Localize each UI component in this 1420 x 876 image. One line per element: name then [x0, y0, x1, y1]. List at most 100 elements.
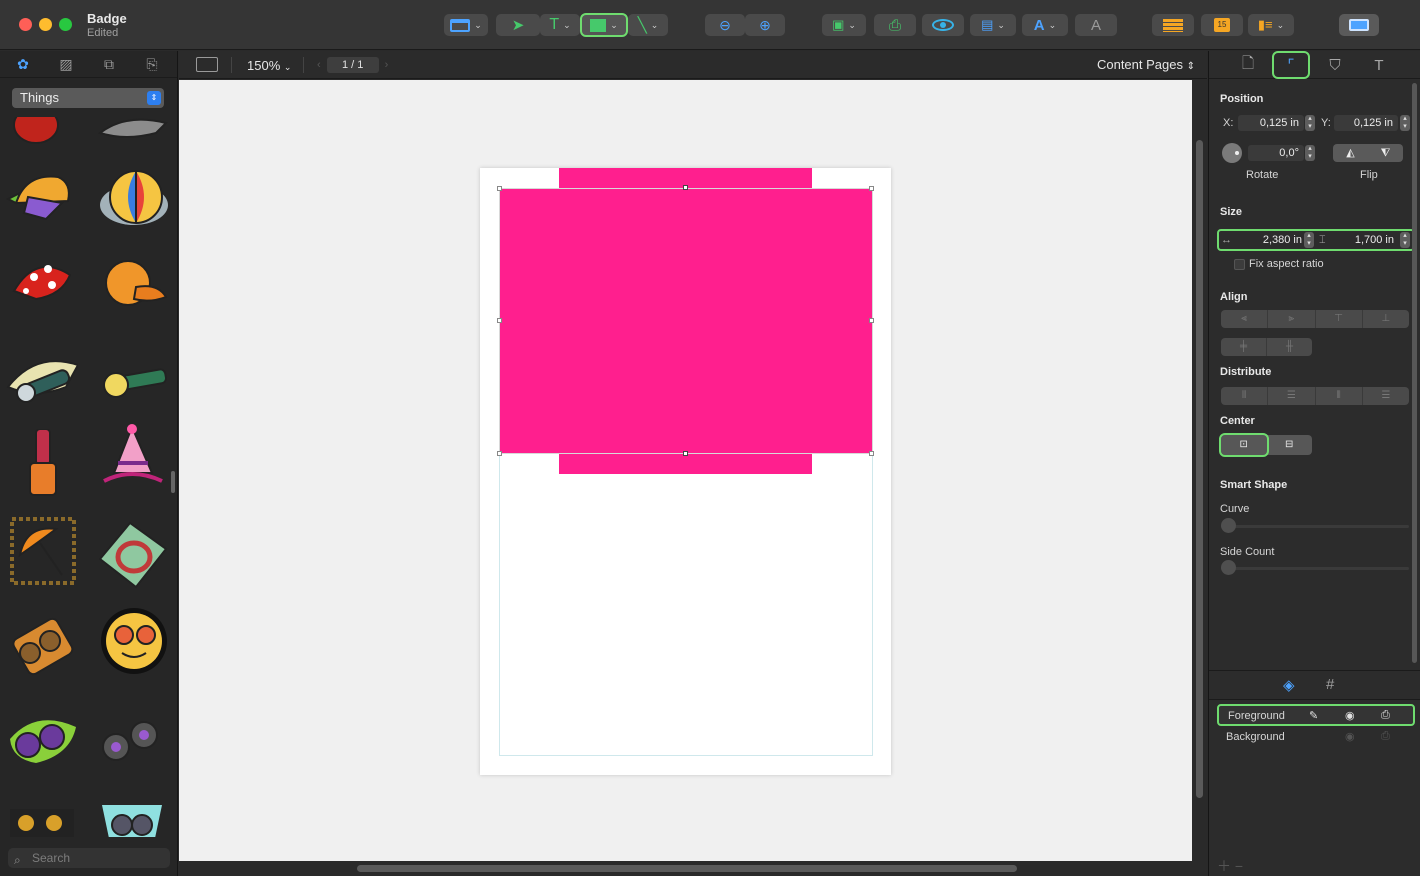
- curve-slider-track[interactable]: [1221, 525, 1409, 528]
- preview-button[interactable]: [922, 14, 964, 36]
- align-center-vertical-icon[interactable]: ╪: [1221, 338, 1267, 356]
- align-left-icon[interactable]: ⫷: [1221, 310, 1269, 328]
- layer-row-foreground[interactable]: Foreground ✎ ◉ ⎙: [1217, 704, 1415, 726]
- printer-icon[interactable]: ⎙: [1381, 709, 1390, 722]
- inspector-scrollbar[interactable]: [1412, 83, 1417, 663]
- x-position-field[interactable]: 0,125 in: [1238, 115, 1304, 131]
- binoculars-b-clip[interactable]: [6, 703, 78, 775]
- rotate-knob[interactable]: [1222, 143, 1242, 163]
- contacts-button[interactable]: ▮≡ ⌄: [1248, 14, 1294, 36]
- lipstick-clip[interactable]: [6, 428, 78, 501]
- minimize-window-button[interactable]: [39, 18, 52, 31]
- print-button[interactable]: ⎙: [874, 14, 916, 36]
- height-field[interactable]: 1,700 in: [1329, 232, 1399, 248]
- zoom-select[interactable]: 150% ⌄: [247, 58, 291, 73]
- grid-tab-icon[interactable]: #: [1326, 676, 1334, 693]
- binoculars-d-clip[interactable]: [6, 793, 78, 837]
- umbrella-clip[interactable]: [6, 515, 78, 587]
- library-scrollbar[interactable]: [171, 471, 175, 493]
- y-position-field[interactable]: 0,125 in: [1334, 115, 1398, 131]
- stamps-tab-icon[interactable]: ⎘: [143, 55, 161, 73]
- style-tab-icon[interactable]: ⛉: [1318, 53, 1352, 77]
- layer-row-background[interactable]: Background ◉ ⎙: [1217, 727, 1415, 749]
- insert-field-button[interactable]: ▤ ⌄: [970, 14, 1016, 36]
- lasso-clip[interactable]: [96, 519, 168, 591]
- align-bottom-icon[interactable]: ⊥: [1363, 310, 1409, 328]
- line-tool-button[interactable]: ╲ ⌄: [628, 14, 668, 36]
- fish-clip[interactable]: [96, 117, 168, 149]
- bandana-clip[interactable]: [6, 247, 78, 319]
- document-tab-icon[interactable]: 🗋: [1231, 53, 1265, 77]
- page-indicator[interactable]: 1 / 1: [326, 57, 379, 73]
- next-page-icon[interactable]: ›: [385, 59, 389, 71]
- distribute-horizontal-icon[interactable]: ⦀: [1221, 387, 1269, 405]
- badge-shape-bottom[interactable]: [559, 454, 812, 474]
- text-tool-button[interactable]: T ⌄: [540, 14, 580, 36]
- library-search-input[interactable]: ⌕ Search: [8, 848, 170, 868]
- resize-handle[interactable]: [869, 318, 874, 323]
- resize-handle[interactable]: [497, 451, 502, 456]
- sunglasses-face-clip[interactable]: [96, 603, 168, 675]
- text-style-button[interactable]: A ⌄: [1022, 14, 1068, 36]
- flashlight-green-clip[interactable]: [96, 347, 168, 419]
- resize-handle[interactable]: [683, 185, 688, 190]
- zoom-out-button[interactable]: ⊖: [705, 14, 745, 36]
- align-top-icon[interactable]: ⊤: [1316, 310, 1363, 328]
- add-remove-layer-buttons[interactable]: ＋ −: [1217, 856, 1243, 876]
- curve-slider-knob[interactable]: [1221, 518, 1236, 533]
- cap-clip[interactable]: [5, 163, 78, 235]
- resize-handle[interactable]: [869, 186, 874, 191]
- text-tab-icon[interactable]: T: [1362, 53, 1396, 77]
- distribute-centers-v-icon[interactable]: ☰: [1363, 387, 1409, 405]
- beach-ball-clip[interactable]: [96, 163, 168, 235]
- canvas-horizontal-scrollbar[interactable]: [357, 865, 1017, 872]
- shape-tool-button[interactable]: ⌄: [580, 13, 628, 37]
- zoom-window-button[interactable]: [59, 18, 72, 31]
- zoom-in-button[interactable]: ⊕: [745, 14, 785, 36]
- center-vertical-icon[interactable]: ⊟: [1267, 435, 1313, 455]
- resize-handle[interactable]: [683, 451, 688, 456]
- select-tool-button[interactable]: ➤: [496, 14, 540, 36]
- insert-object-button[interactable]: ▣ ⌄: [822, 14, 866, 36]
- side-count-slider-knob[interactable]: [1221, 560, 1236, 575]
- orange-cap-clip[interactable]: [96, 247, 168, 319]
- rotate-field[interactable]: 0,0°: [1248, 145, 1304, 161]
- printer-icon[interactable]: ⎙: [1381, 730, 1390, 743]
- binoculars-c-clip[interactable]: [96, 703, 168, 775]
- binoculars-e-clip[interactable]: [96, 793, 168, 837]
- height-stepper[interactable]: ▴ ▾: [1400, 232, 1410, 248]
- layers-tab-icon[interactable]: ◈: [1283, 676, 1295, 694]
- resize-handle[interactable]: [869, 451, 874, 456]
- window-view-button[interactable]: [1339, 14, 1379, 36]
- document-page[interactable]: [480, 168, 891, 775]
- content-pages-select[interactable]: Content Pages ⇕: [1097, 57, 1195, 72]
- width-stepper[interactable]: ▴ ▾: [1304, 232, 1314, 248]
- y-position-stepper[interactable]: ▴ ▾: [1400, 115, 1410, 131]
- image-tab-icon[interactable]: ▨: [57, 55, 75, 73]
- calendar-button[interactable]: 15: [1201, 14, 1243, 36]
- eye-icon[interactable]: ◉: [1345, 730, 1355, 743]
- shapes-tab-icon[interactable]: ⧉: [100, 55, 118, 73]
- x-position-stepper[interactable]: ▴ ▾: [1305, 115, 1315, 131]
- category-select[interactable]: Things ⇕: [12, 88, 164, 108]
- clipart-tab-icon[interactable]: ✿: [14, 55, 32, 73]
- book-view-icon[interactable]: [196, 57, 218, 72]
- birthday-hat-clip[interactable]: [96, 423, 168, 495]
- layout-tab-icon[interactable]: ⌜: [1272, 51, 1310, 79]
- boxing-glove-clip[interactable]: [6, 117, 78, 149]
- font-button[interactable]: A: [1075, 14, 1117, 36]
- flip-vertical-icon[interactable]: ⧨: [1368, 144, 1403, 162]
- previous-page-icon[interactable]: ‹: [317, 59, 321, 71]
- align-center-horizontal-icon[interactable]: ╫: [1267, 338, 1312, 356]
- flashlight-clip[interactable]: [6, 347, 80, 419]
- eye-icon[interactable]: ◉: [1345, 709, 1355, 722]
- close-window-button[interactable]: [19, 18, 32, 31]
- binoculars-a-clip[interactable]: [6, 607, 78, 679]
- layout-grid-button[interactable]: [1152, 14, 1194, 36]
- side-count-slider-track[interactable]: [1221, 567, 1409, 570]
- width-field[interactable]: 2,380 in: [1235, 232, 1307, 248]
- fix-aspect-checkbox[interactable]: [1234, 259, 1245, 270]
- canvas-vertical-scrollbar[interactable]: [1196, 140, 1203, 798]
- rotate-stepper[interactable]: ▴ ▾: [1305, 145, 1315, 161]
- center-horizontal-icon[interactable]: ⊡: [1219, 433, 1269, 457]
